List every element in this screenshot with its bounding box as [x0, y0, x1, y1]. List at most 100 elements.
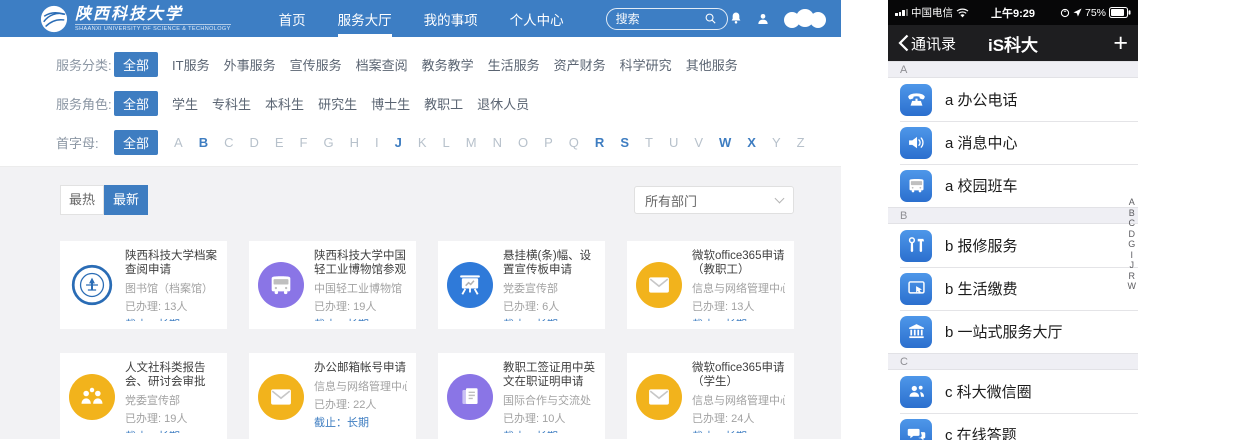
service-card[interactable]: 微软office365申请（学生）信息与网络管理中心已办理: 24人截止：长期 [627, 353, 794, 440]
filter-option[interactable]: 教职工 [424, 94, 463, 113]
filter-option[interactable]: Y [772, 135, 781, 150]
filter-option[interactable]: W [719, 135, 731, 150]
filter-option[interactable]: 科学研究 [620, 55, 672, 74]
filter-option[interactable]: B [199, 135, 208, 150]
list-item[interactable]: a 消息中心 [888, 121, 1138, 164]
list-item[interactable]: c 科大微信圈 [888, 370, 1138, 413]
filter-option[interactable]: 其他服务 [686, 55, 738, 74]
filter-option[interactable]: V [694, 135, 703, 150]
filter-option[interactable]: X [747, 135, 756, 150]
filter-option[interactable]: 学生 [172, 94, 198, 113]
list-item[interactable]: b 报修服务 [888, 224, 1138, 267]
filter-option[interactable]: E [275, 135, 284, 150]
filter-option[interactable]: 档案查阅 [356, 55, 408, 74]
index-letter[interactable]: W [1128, 281, 1137, 292]
filter-option[interactable]: G [323, 135, 333, 150]
filter-option[interactable]: L [443, 135, 450, 150]
status-bar: 中国电信 上午9:29 75% [888, 0, 1138, 25]
list-item[interactable]: b 一站式服务大厅 [888, 310, 1138, 353]
service-card[interactable]: 悬挂横(条)幅、设置宣传板申请党委宣传部已办理: 6人截止：长期 [438, 241, 605, 329]
filter-option[interactable]: 全部 [114, 91, 158, 116]
filter-option[interactable]: U [669, 135, 678, 150]
filter-option[interactable]: D [249, 135, 258, 150]
tab-newest[interactable]: 最新 [104, 185, 148, 215]
chevron-left-icon [898, 34, 909, 52]
filter-option[interactable]: T [645, 135, 653, 150]
phone-icon [900, 84, 932, 116]
filter-option[interactable]: IT服务 [172, 55, 210, 74]
filter-option[interactable]: A [174, 135, 183, 150]
filter-option[interactable]: 资产财务 [554, 55, 606, 74]
nav-item-service-hall[interactable]: 服务大厅 [338, 0, 392, 37]
bus-icon [900, 170, 932, 202]
filter-option[interactable]: 全部 [114, 52, 158, 77]
index-letter[interactable]: J [1130, 260, 1135, 271]
index-letter[interactable]: D [1129, 229, 1136, 240]
university-logo[interactable]: 陕西科技大学 SHAANXI UNIVERSITY OF SCIENCE & T… [40, 5, 231, 33]
filter-option[interactable]: 教务教学 [422, 55, 474, 74]
index-letter[interactable]: I [1130, 250, 1133, 261]
header-right-cluster [728, 9, 849, 29]
filter-option[interactable]: N [493, 135, 502, 150]
index-letter[interactable]: B [1129, 208, 1135, 219]
card-title: 悬挂横(条)幅、设置宣传板申请 [503, 249, 596, 277]
chevron-down-icon[interactable] [841, 16, 849, 21]
index-letter[interactable]: G [1128, 239, 1135, 250]
service-card[interactable]: 微软office365申请（教职工）信息与网络管理中心已办理: 13人截止：长期 [627, 241, 794, 329]
search-box[interactable] [606, 8, 728, 30]
filter-option[interactable]: 宣传服务 [290, 55, 342, 74]
filter-option[interactable]: S [620, 135, 629, 150]
card-title: 陕西科技大学中国轻工业博物馆参观须知及... [314, 249, 407, 277]
bell-icon[interactable] [728, 10, 744, 27]
nav-item-personal-center[interactable]: 个人中心 [510, 0, 564, 37]
department-select[interactable]: 所有部门 [634, 186, 794, 214]
filter-option[interactable]: 生活服务 [488, 55, 540, 74]
card-deadline: 截止：长期 [692, 428, 785, 433]
list-item[interactable]: a 办公电话 [888, 78, 1138, 121]
filter-row-label: 首字母: [56, 133, 114, 152]
index-letter[interactable]: C [1129, 218, 1136, 229]
filter-option[interactable]: R [595, 135, 604, 150]
filter-option[interactable]: Z [797, 135, 805, 150]
index-letter[interactable]: A [1129, 197, 1135, 208]
add-button[interactable]: + [1113, 31, 1128, 56]
filter-option[interactable]: 退休人员 [477, 94, 529, 113]
filter-option[interactable]: F [300, 135, 308, 150]
service-card[interactable]: 人文社科类报告会、研讨会审批党委宣传部已办理: 19人截止：长期 [60, 353, 227, 440]
department-select-value: 所有部门 [645, 191, 697, 210]
list-item[interactable]: c 在线答题 [888, 413, 1138, 440]
list-item[interactable]: a 校园班车 [888, 164, 1138, 207]
screenshot-canvas: 陕西科技大学 SHAANXI UNIVERSITY OF SCIENCE & T… [0, 0, 1244, 440]
orientation-lock-icon [1060, 8, 1070, 18]
filter-option[interactable]: 研究生 [318, 94, 357, 113]
filter-option[interactable]: K [418, 135, 427, 150]
list-item[interactable]: b 生活缴费 [888, 267, 1138, 310]
tab-hottest[interactable]: 最热 [60, 185, 104, 215]
filter-option[interactable]: J [395, 135, 402, 150]
service-card[interactable]: 陕西科技大学中国轻工业博物馆参观须知及...中国轻工业博物馆已办理: 19人截止… [249, 241, 416, 329]
filter-option[interactable]: 专科生 [212, 94, 251, 113]
filter-option[interactable]: M [466, 135, 477, 150]
search-icon[interactable] [703, 11, 718, 26]
user-avatar-blob[interactable] [782, 9, 828, 29]
service-card[interactable]: 陕西科技大学档案查阅申请图书馆（档案馆）已办理: 13人截止：长期 [60, 241, 227, 329]
filter-option[interactable]: 全部 [114, 130, 158, 155]
search-input[interactable] [616, 12, 703, 26]
nav-item-my-matters[interactable]: 我的事项 [424, 0, 478, 37]
filter-option[interactable]: I [375, 135, 379, 150]
service-card[interactable]: 教职工签证用中英文在职证明申请国际合作与交流处（港澳...已办理: 10人截止：… [438, 353, 605, 440]
filter-option[interactable]: C [224, 135, 233, 150]
filter-option[interactable]: O [518, 135, 528, 150]
filter-option[interactable]: 外事服务 [224, 55, 276, 74]
service-card[interactable]: 办公邮箱帐号申请信息与网络管理中心已办理: 22人截止：长期 [249, 353, 416, 440]
filter-option[interactable]: 博士生 [371, 94, 410, 113]
filter-option[interactable]: H [350, 135, 359, 150]
user-icon[interactable] [755, 11, 771, 27]
index-letter[interactable]: R [1129, 271, 1136, 282]
filter-option[interactable]: P [544, 135, 553, 150]
back-button[interactable]: 通讯录 [898, 33, 956, 54]
nav-item-home[interactable]: 首页 [279, 0, 306, 37]
filter-option[interactable]: 本科生 [265, 94, 304, 113]
filter-option[interactable]: Q [569, 135, 579, 150]
card-title: 微软office365申请（教职工） [692, 249, 785, 277]
